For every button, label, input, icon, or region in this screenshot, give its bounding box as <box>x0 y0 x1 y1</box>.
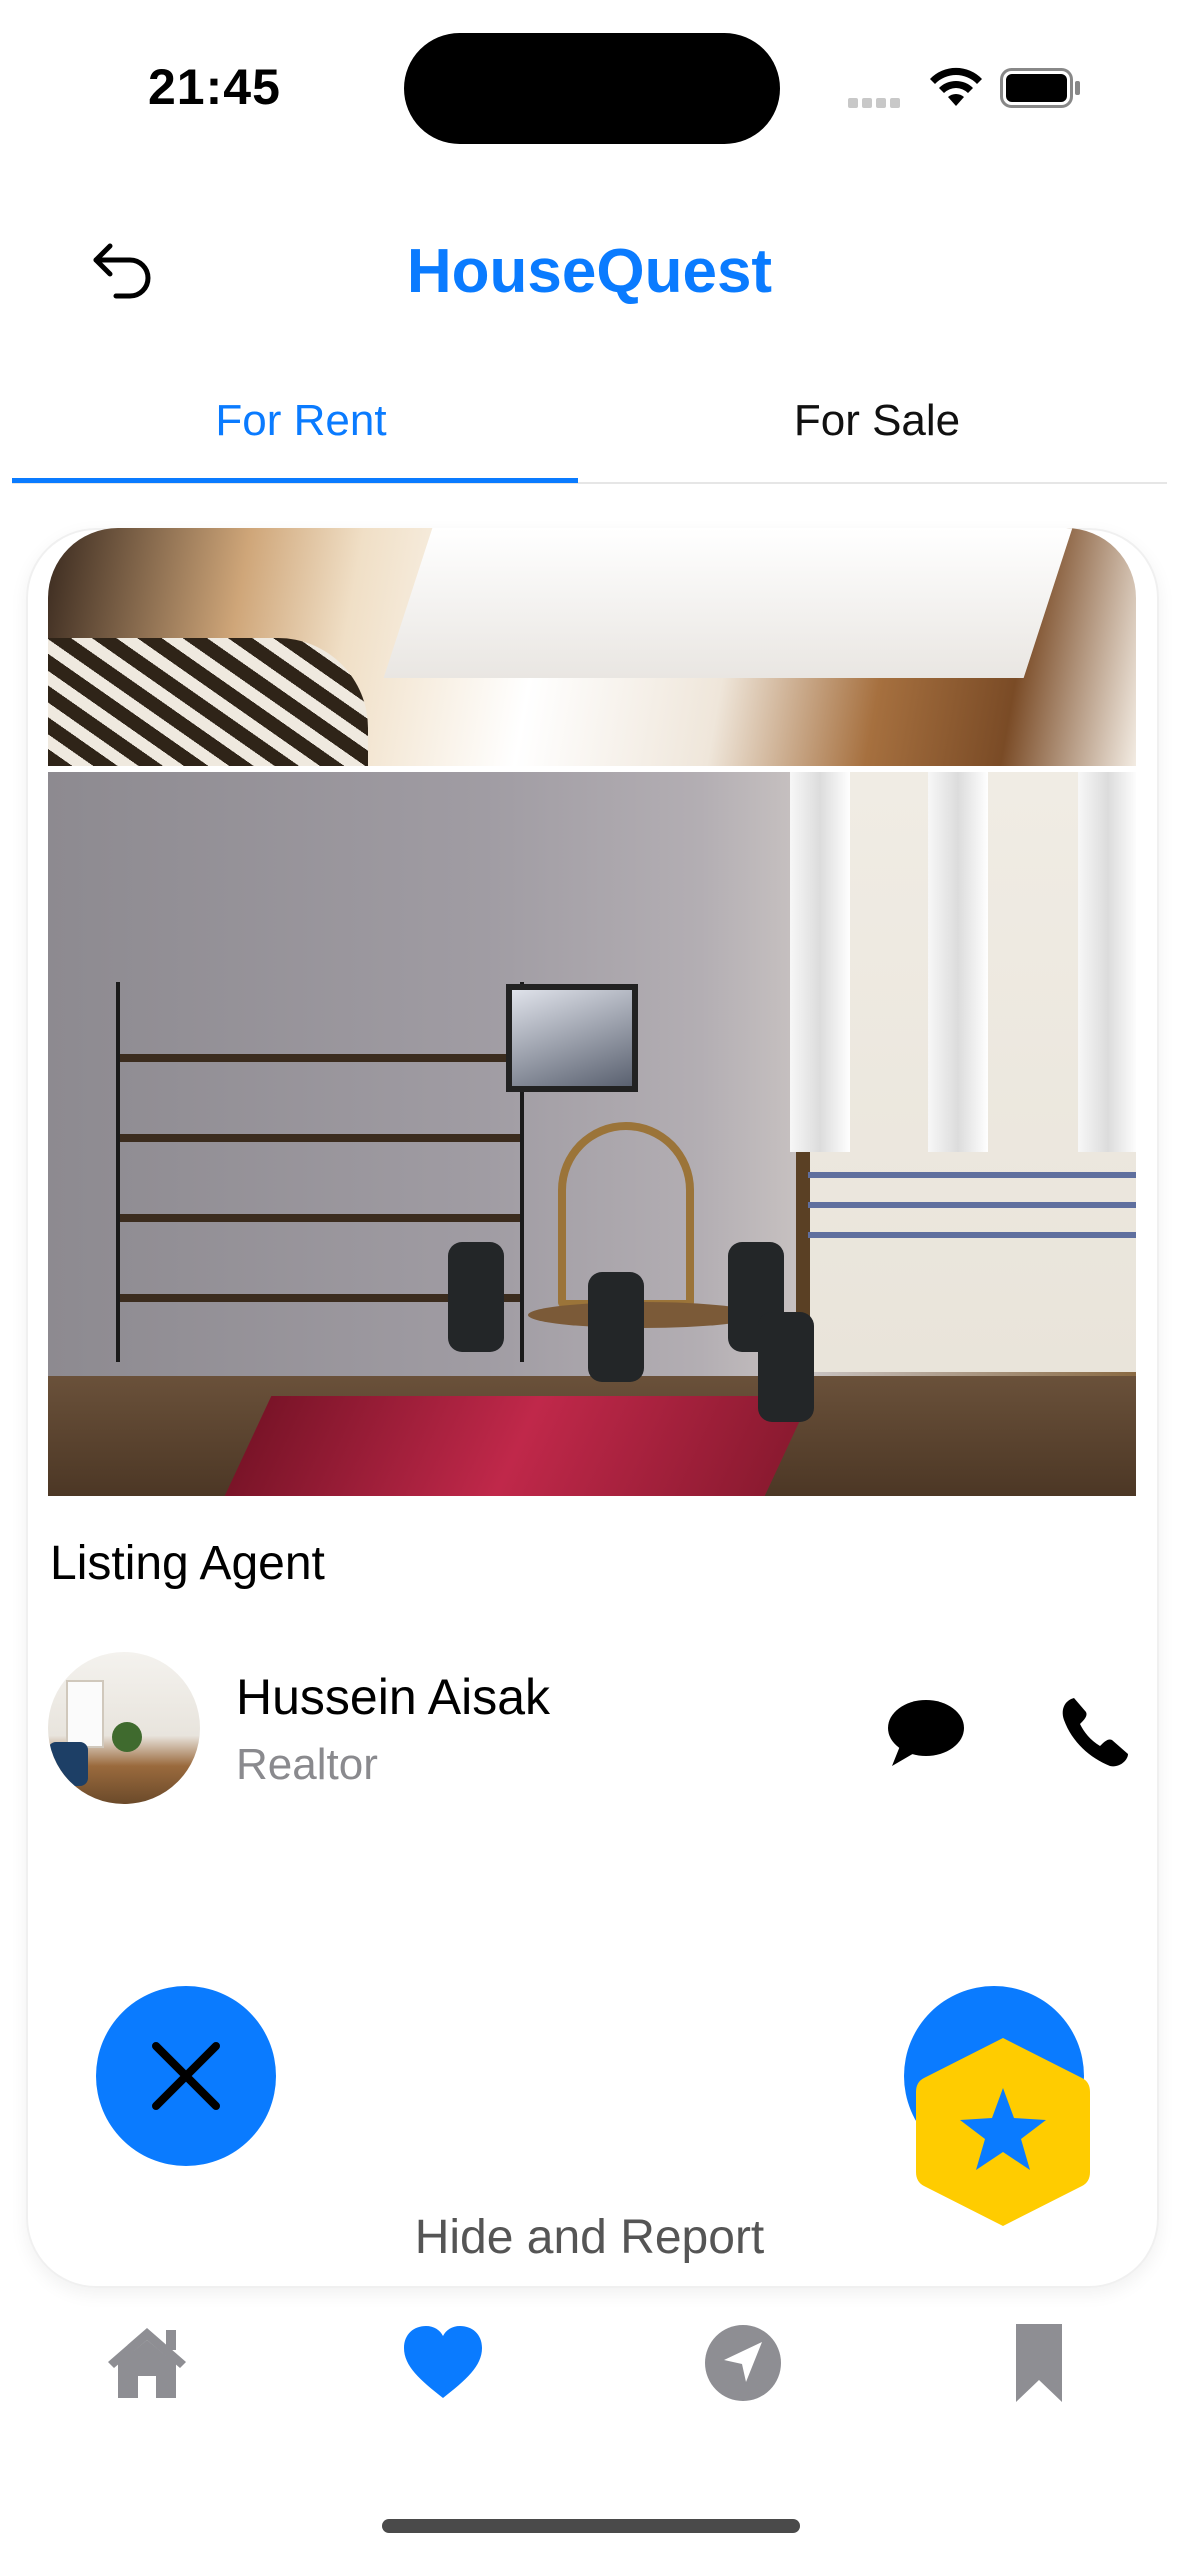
hide-and-report-button[interactable]: Hide and Report <box>0 2210 1179 2265</box>
bookmark-icon[interactable] <box>996 2320 1082 2406</box>
agent-role: Realtor <box>236 1740 378 1789</box>
battery-icon <box>1000 68 1080 108</box>
close-icon <box>152 2042 220 2110</box>
agent-name: Hussein Aisak <box>236 1669 551 1725</box>
agent-avatar[interactable] <box>48 1652 200 1804</box>
tab-selected-indicator <box>12 478 578 483</box>
cellular-signal-icon <box>848 95 908 108</box>
living-room-photo[interactable] <box>48 772 1136 1496</box>
bedroom-photo[interactable] <box>48 528 1136 766</box>
tab-for-rent[interactable]: For Rent <box>12 396 590 446</box>
home-icon[interactable] <box>104 2320 190 2406</box>
dismiss-button[interactable] <box>96 1986 276 2166</box>
dynamic-island <box>404 33 780 144</box>
listing-agent-heading: Listing Agent <box>50 1537 325 1590</box>
app-title: HouseQuest <box>406 237 773 306</box>
heart-icon[interactable] <box>400 2320 486 2406</box>
status-time: 21:45 <box>148 59 281 115</box>
wifi-icon <box>930 67 982 106</box>
home-indicator[interactable] <box>382 2519 800 2533</box>
phone-icon[interactable] <box>1060 1696 1130 1768</box>
location-arrow-icon[interactable] <box>700 2320 786 2406</box>
favorite-badge[interactable] <box>912 2034 1094 2230</box>
tab-for-sale[interactable]: For Sale <box>588 396 1166 446</box>
message-icon[interactable] <box>886 1696 966 1768</box>
